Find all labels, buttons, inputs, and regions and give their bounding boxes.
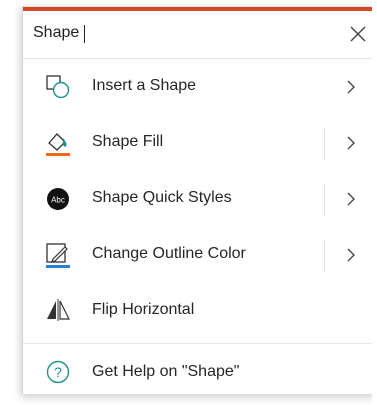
menu-item-label: Change Outline Color <box>92 245 246 262</box>
menu-item-shape-quick-styles[interactable]: Abc Shape Quick Styles <box>23 171 377 227</box>
shape-quick-styles-icon: Abc <box>45 185 71 213</box>
right-edge-background <box>372 0 377 405</box>
search-input[interactable] <box>33 21 323 45</box>
menu-item-flip-horizontal[interactable]: Flip Horizontal <box>23 283 377 339</box>
svg-text:Abc: Abc <box>51 196 65 205</box>
chevron-right-icon[interactable] <box>345 246 357 264</box>
change-outline-color-icon <box>45 241 71 269</box>
menu-item-label: Flip Horizontal <box>92 301 195 318</box>
split-divider <box>324 129 325 159</box>
chevron-right-icon[interactable] <box>345 190 357 208</box>
menu-item-change-outline-color[interactable]: Change Outline Color <box>23 227 377 283</box>
flip-horizontal-icon <box>45 297 71 325</box>
menu-item-label: Insert a Shape <box>92 77 197 94</box>
menu-item-insert-shape[interactable]: Insert a Shape <box>23 59 377 115</box>
insert-shape-icon <box>45 73 71 101</box>
text-caret <box>84 25 85 43</box>
search-row <box>23 11 377 59</box>
close-button[interactable] <box>343 19 373 49</box>
menu-item-get-help[interactable]: ? Get Help on "Shape" <box>23 345 377 401</box>
menu-item-shape-fill[interactable]: Shape Fill <box>23 115 377 171</box>
section-divider <box>23 343 377 344</box>
help-icon: ? <box>45 359 71 387</box>
menu-item-label: Shape Fill <box>92 133 164 150</box>
shape-fill-icon <box>45 129 71 157</box>
split-divider <box>324 185 325 215</box>
split-divider <box>324 241 325 271</box>
menu-item-label: Shape Quick Styles <box>92 189 232 206</box>
tell-me-panel: Insert a Shape Shape Fill Abc Shape Quic… <box>22 6 377 394</box>
chevron-right-icon[interactable] <box>345 78 357 96</box>
close-icon <box>350 26 366 42</box>
chevron-right-icon[interactable] <box>345 134 357 152</box>
menu-item-label: Get Help on "Shape" <box>92 363 240 380</box>
svg-text:?: ? <box>54 364 62 380</box>
